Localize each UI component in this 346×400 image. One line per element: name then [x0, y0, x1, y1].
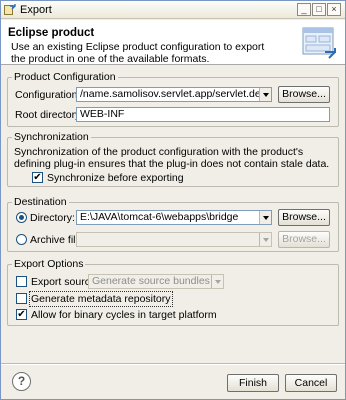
export-source-combo[interactable]: Generate source bundles	[88, 274, 224, 289]
cancel-button[interactable]: Cancel	[285, 374, 337, 392]
chevron-down-icon[interactable]	[259, 88, 271, 101]
wizard-header: Eclipse product Use an existing Eclipse …	[1, 20, 345, 65]
destination-group: Destination Directory: E:\JAVA\tomcat-6\…	[7, 196, 339, 252]
directory-combo[interactable]: E:\JAVA\tomcat-6\webapps\bridge	[76, 210, 272, 225]
synchronization-group: Synchronization Synchronization of the p…	[7, 131, 339, 187]
synchronize-label[interactable]: Synchronize before exporting	[47, 172, 184, 184]
archive-browse-button[interactable]: Browse...	[278, 231, 330, 248]
export-options-group: Export Options Export source: Generate s…	[7, 258, 339, 326]
product-configuration-group: Product Configuration Configuration: /na…	[7, 71, 339, 127]
check-icon: ✔	[17, 309, 26, 320]
chevron-down-icon[interactable]	[259, 233, 271, 246]
close-button[interactable]: ×	[327, 3, 341, 16]
archive-radio[interactable]	[16, 234, 27, 245]
archive-combo[interactable]	[76, 232, 272, 247]
export-window-icon	[4, 4, 16, 15]
binary-cycles-label[interactable]: Allow for binary cycles in target platfo…	[31, 309, 217, 321]
window-title: Export	[20, 4, 52, 16]
configuration-combo[interactable]: /name.samolisov.servlet.app/servlet.demo…	[76, 87, 272, 102]
configuration-label: Configuration:	[15, 89, 81, 101]
title-bar[interactable]: Export _ □ ×	[1, 1, 345, 19]
directory-radio[interactable]	[16, 212, 27, 223]
footer-separator	[1, 363, 345, 365]
directory-value: E:\JAVA\tomcat-6\webapps\bridge	[80, 211, 239, 223]
check-icon: ✔	[33, 172, 42, 183]
configuration-browse-button[interactable]: Browse...	[278, 86, 330, 103]
destination-legend: Destination	[12, 196, 69, 208]
export-source-checkbox[interactable]	[16, 276, 27, 287]
export-wizard-icon	[302, 27, 336, 59]
directory-label[interactable]: Directory:	[30, 212, 75, 224]
maximize-button[interactable]: □	[312, 3, 326, 16]
help-icon[interactable]: ?	[12, 372, 31, 391]
minimize-button[interactable]: _	[297, 3, 311, 16]
page-description: Use an existing Eclipse product configur…	[11, 41, 265, 65]
page-title: Eclipse product	[8, 27, 95, 39]
synchronization-legend: Synchronization	[12, 131, 91, 143]
binary-cycles-checkbox[interactable]: ✔	[16, 309, 27, 320]
directory-browse-button[interactable]: Browse...	[278, 209, 330, 226]
synchronize-checkbox[interactable]: ✔	[32, 172, 43, 183]
finish-button[interactable]: Finish	[227, 374, 279, 392]
root-directory-input[interactable]: WEB-INF	[76, 107, 330, 122]
product-configuration-legend: Product Configuration	[12, 71, 118, 83]
root-directory-label: Root directory:	[15, 109, 84, 121]
export-dialog: Export _ □ × Eclipse product Use an exis…	[0, 0, 346, 400]
synchronization-description: Synchronization of the product configura…	[14, 146, 330, 170]
chevron-down-icon[interactable]	[211, 275, 223, 288]
chevron-down-icon[interactable]	[259, 211, 271, 224]
metadata-checkbox[interactable]	[16, 293, 27, 304]
configuration-value: /name.samolisov.servlet.app/servlet.demo…	[80, 88, 271, 100]
export-source-value: Generate source bundles	[92, 275, 210, 287]
export-options-legend: Export Options	[12, 258, 86, 270]
metadata-label[interactable]: Generate metadata repository	[29, 291, 173, 307]
